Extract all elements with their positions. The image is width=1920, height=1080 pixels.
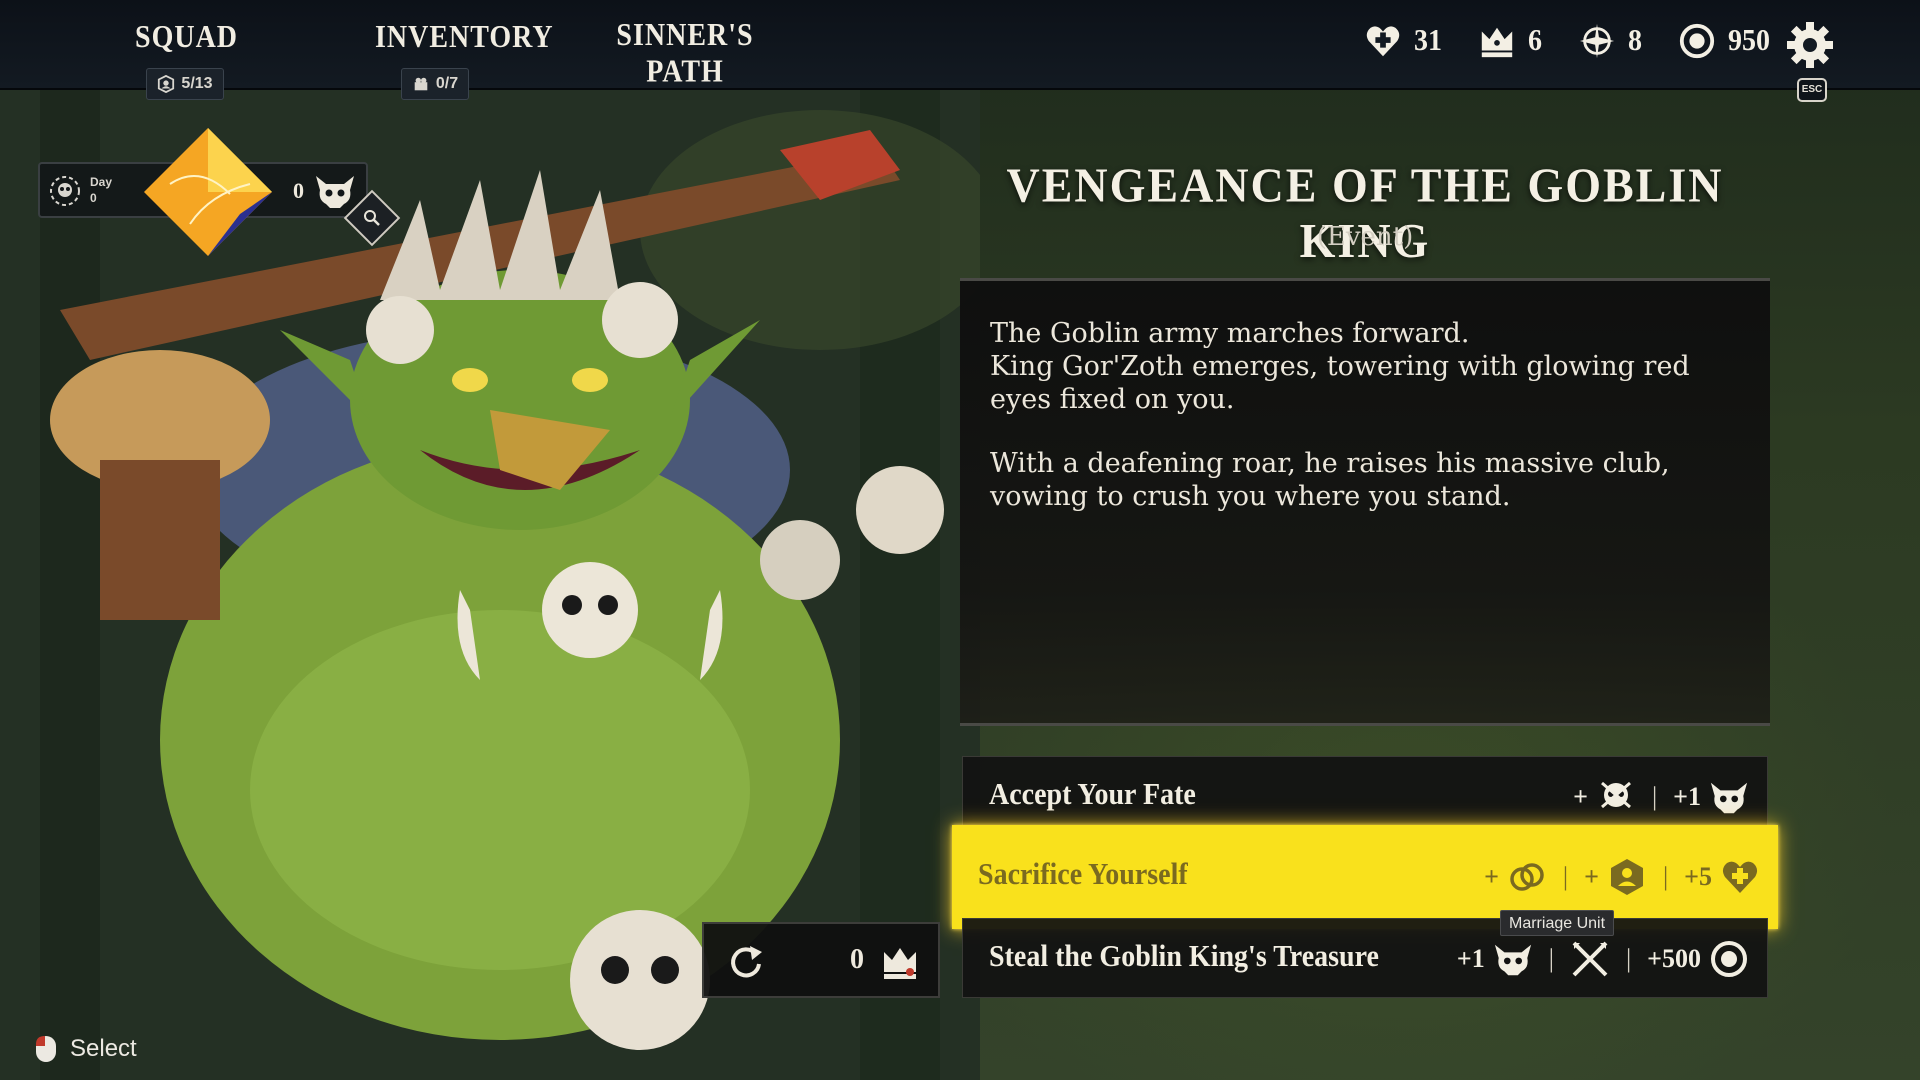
choice-steal-treasure[interactable]: Steal the Goblin King's Treasure +1 | | … <box>962 918 1768 998</box>
health-value: 31 <box>1414 23 1442 58</box>
reward-separator: | <box>1651 782 1658 811</box>
unit-badge-icon <box>158 75 175 93</box>
stat-targets: 8 <box>1578 22 1642 60</box>
top-bar: SQUAD 5/13 INVENTORY 0/7 SINNER'S PATH 3… <box>0 0 1920 100</box>
magnifier-icon <box>364 210 380 226</box>
resource-stats: 31 6 8 950 <box>1364 22 1770 60</box>
gold-value: 950 <box>1728 23 1770 58</box>
reroll-button[interactable]: 0 <box>702 922 940 998</box>
choice-rewards: + | +1 <box>1573 773 1749 821</box>
choice-label: Sacrifice Yourself <box>978 857 1188 892</box>
reward-prefix: + <box>1573 782 1588 811</box>
tab-sinners-path-label: SINNER'S PATH <box>616 17 754 90</box>
control-hint: Select <box>34 1034 137 1064</box>
day-label: Day <box>90 175 113 189</box>
reroll-icon <box>731 946 762 978</box>
day-counter: Day 0 <box>90 174 112 206</box>
squad-counter: 5/13 <box>146 68 224 100</box>
gold-coin-icon <box>1679 23 1715 59</box>
tab-squad[interactable]: SQUAD 5/13 <box>135 19 239 100</box>
tab-sinners-path[interactable]: SINNER'S PATH <box>610 17 760 89</box>
unit-hexagon-icon <box>1610 859 1643 895</box>
choice-rewards: +1 | | +500 <box>1457 935 1749 983</box>
choice-rewards: + | + | +5 <box>1484 853 1760 901</box>
reward-prefix: +1 <box>1673 782 1701 811</box>
inventory-counter: 0/7 <box>400 68 470 100</box>
choice-label: Steal the Goblin King's Treasure <box>989 939 1379 974</box>
stat-crowns: 6 <box>1478 22 1542 60</box>
targets-value: 8 <box>1628 23 1642 58</box>
crown-icon <box>884 948 916 979</box>
hint-label: Select <box>70 1035 137 1062</box>
sun-skull-icon <box>50 176 80 206</box>
choice-accept-your-fate[interactable]: Accept Your Fate + | +1 <box>962 756 1768 836</box>
crown-icon <box>1481 27 1513 58</box>
reward-prefix: +1 <box>1456 944 1485 973</box>
reward-prefix: + <box>1484 862 1499 891</box>
settings-gear-icon[interactable] <box>1785 20 1835 70</box>
event-paragraph-2: With a deafening roar, he raises his mas… <box>990 448 1670 512</box>
reward-prefix: +500 <box>1647 944 1701 973</box>
demon-skull-icon <box>1710 782 1748 814</box>
heart-plus-icon <box>1366 26 1400 57</box>
inventory-icon <box>414 77 428 91</box>
choice-sacrifice-yourself[interactable]: Sacrifice Yourself + | + | +5 <box>952 825 1778 929</box>
crossed-swords-icon <box>1572 941 1608 977</box>
tab-squad-label: SQUAD <box>135 19 239 56</box>
demon-skull-icon <box>1494 944 1531 976</box>
reward-separator: | <box>1625 944 1632 973</box>
reroll-count: 0 <box>850 944 864 975</box>
inventory-count: 0/7 <box>435 75 459 92</box>
day-value: 0 <box>90 191 97 205</box>
demon-skull-icon <box>316 176 354 208</box>
crosshair-icon <box>1579 23 1615 59</box>
event-description-panel: The Goblin army marches forward. King Go… <box>960 278 1770 726</box>
event-subtitle: (Event) <box>1316 222 1414 252</box>
mouse-left-click-icon <box>36 1036 56 1062</box>
stat-health: 31 <box>1364 22 1442 60</box>
kill-count: 0 <box>293 178 304 203</box>
gold-coin-icon <box>1711 941 1747 977</box>
tab-inventory-label: INVENTORY <box>375 19 554 56</box>
skull-emblem-icon <box>1600 781 1631 809</box>
crowns-value: 6 <box>1528 23 1542 58</box>
reward-prefix: +5 <box>1684 862 1712 891</box>
reward-tooltip: Marriage Unit <box>1500 910 1615 936</box>
reward-separator: | <box>1662 862 1669 891</box>
squad-count: 5/13 <box>181 75 213 92</box>
reward-separator: | <box>1562 862 1569 891</box>
choice-label: Accept Your Fate <box>989 777 1196 812</box>
reward-separator: | <box>1548 944 1554 973</box>
heart-plus-icon <box>1722 861 1758 893</box>
reward-prefix: + <box>1584 862 1599 891</box>
linked-rings-icon <box>1510 863 1544 891</box>
stat-gold: 950 <box>1678 22 1770 60</box>
day-gem-icon <box>144 128 272 256</box>
tab-inventory[interactable]: INVENTORY 0/7 <box>375 19 554 100</box>
esc-key-badge: ESC <box>1797 78 1827 102</box>
event-paragraph-1: The Goblin army marches forward. King Go… <box>990 318 1690 415</box>
